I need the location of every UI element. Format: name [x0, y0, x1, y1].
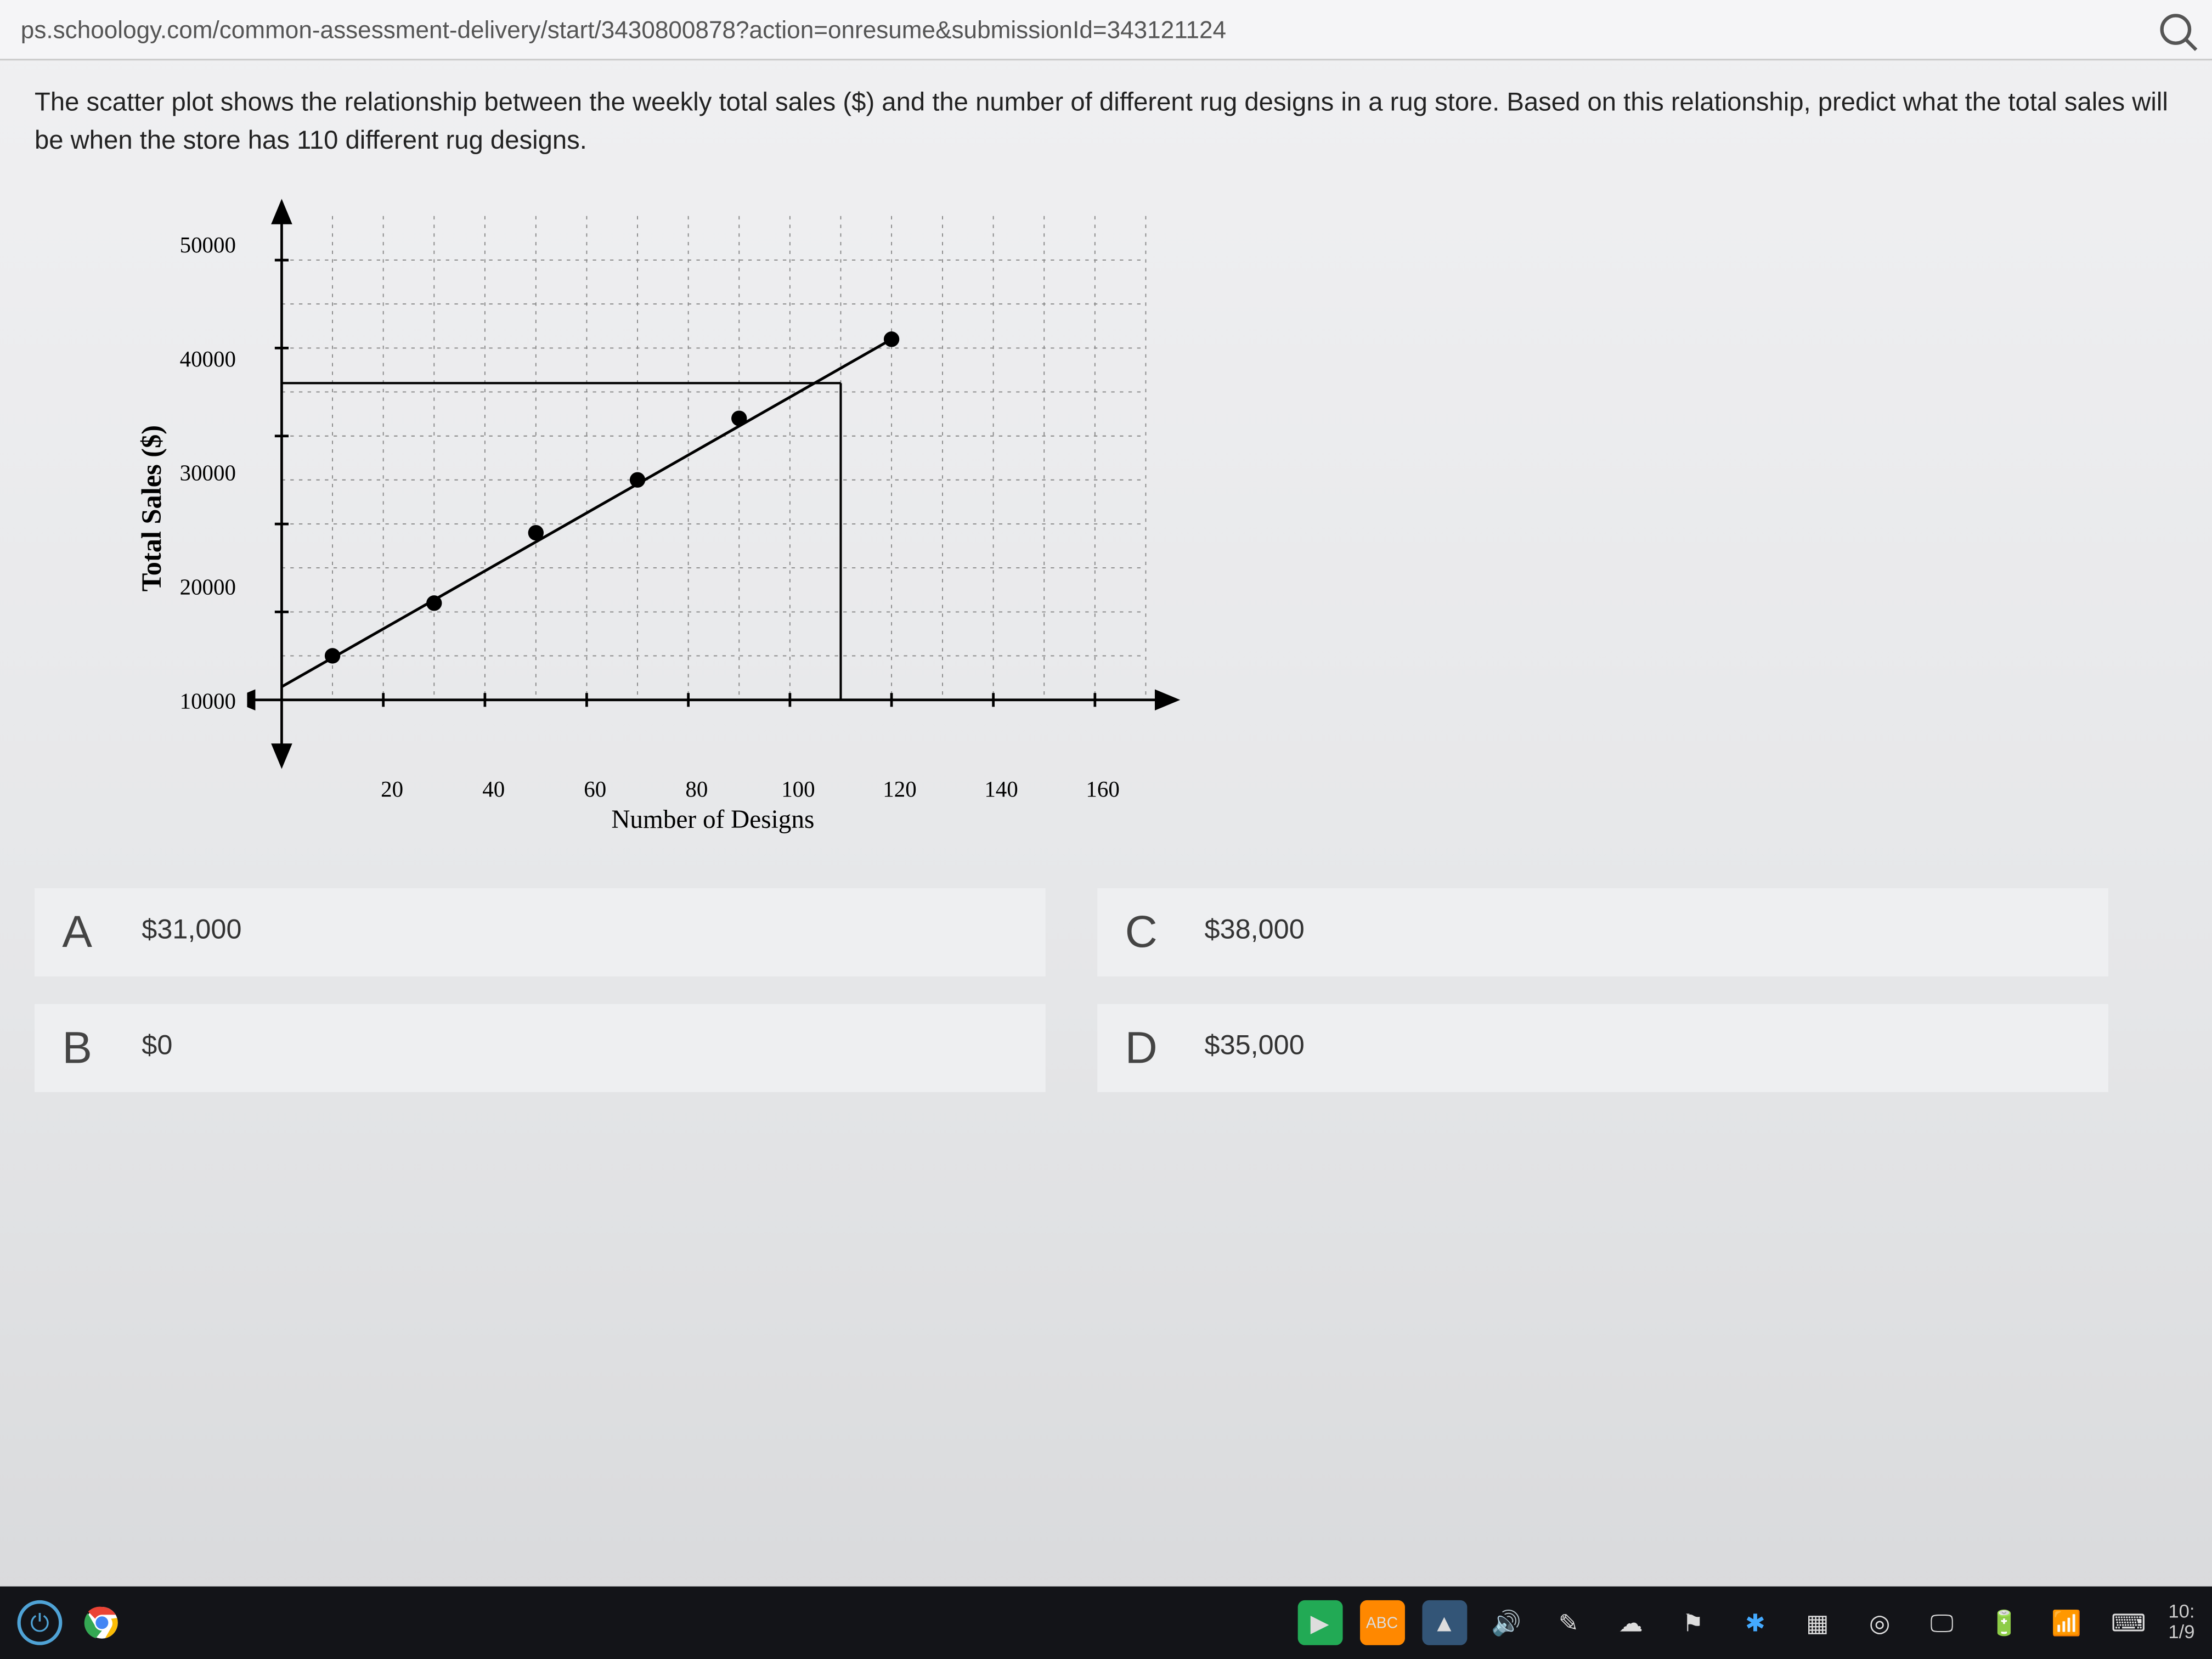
- question-text: The scatter plot shows the relationship …: [35, 84, 2177, 160]
- answer-letter: A: [62, 905, 142, 958]
- url-text: ps.schoology.com/common-assessment-deliv…: [21, 15, 1226, 43]
- x-axis-ticks: 20 40 60 80 100 120 140 160: [341, 775, 1154, 803]
- volume-icon[interactable]: 🔊: [1484, 1600, 1529, 1645]
- answer-text: $0: [142, 1032, 172, 1063]
- answer-letter: B: [62, 1020, 142, 1074]
- answer-option-c[interactable]: C $38,000: [1097, 888, 2108, 976]
- zoom-icon[interactable]: [2160, 14, 2192, 45]
- plot-area: [246, 180, 1180, 768]
- answer-option-b[interactable]: B $0: [35, 1003, 1046, 1092]
- start-button[interactable]: ⏻: [18, 1600, 63, 1645]
- tray-icon[interactable]: ◎: [1857, 1600, 1902, 1645]
- answer-text: $35,000: [1205, 1032, 1305, 1063]
- answer-letter: C: [1125, 905, 1205, 958]
- display-icon[interactable]: 🖵: [1920, 1600, 1965, 1645]
- browser-url-bar: ps.schoology.com/common-assessment-deliv…: [0, 0, 2212, 60]
- bluetooth-icon[interactable]: ✱: [1733, 1600, 1778, 1645]
- y-axis-label: Total Sales ($): [138, 425, 170, 591]
- tray-icon[interactable]: ▦: [1795, 1600, 1840, 1645]
- x-axis-label: Number of Designs: [611, 806, 814, 836]
- answer-text: $31,000: [142, 916, 241, 947]
- chrome-icon[interactable]: [80, 1600, 125, 1645]
- wifi-icon[interactable]: 📶: [2044, 1600, 2089, 1645]
- question-content: The scatter plot shows the relationship …: [0, 60, 2212, 1126]
- answer-option-a[interactable]: A $31,000: [35, 888, 1046, 976]
- tray-app-icon[interactable]: ▶: [1297, 1600, 1342, 1645]
- windows-taskbar: ⏻ ▶ ABC ▲ 🔊 ✎ ☁ ⚑ ✱ ▦ ◎ 🖵 🔋 📶 ⌨ 10: 1/9: [0, 1587, 2212, 1659]
- scatter-plot: Total Sales ($) 50000 40000 30000 20000 …: [138, 180, 2177, 836]
- battery-icon[interactable]: 🔋: [1982, 1600, 2027, 1645]
- keyboard-icon[interactable]: ⌨: [2106, 1600, 2151, 1645]
- tray-icon[interactable]: ⚑: [1671, 1600, 1716, 1645]
- onedrive-icon[interactable]: ☁: [1609, 1600, 1654, 1645]
- answer-option-d[interactable]: D $35,000: [1097, 1003, 2108, 1092]
- taskbar-clock[interactable]: 10: 1/9: [2168, 1602, 2194, 1644]
- answer-text: $38,000: [1205, 916, 1305, 947]
- tray-abc-icon[interactable]: ABC: [1359, 1600, 1404, 1645]
- tray-photo-icon[interactable]: ▲: [1422, 1600, 1467, 1645]
- pen-icon[interactable]: ✎: [1546, 1600, 1591, 1645]
- answer-options: A $31,000 C $38,000 B $0 D $35,000: [35, 888, 2108, 1092]
- y-axis-ticks: 50000 40000 30000 20000 10000: [180, 232, 246, 785]
- answer-letter: D: [1125, 1020, 1205, 1074]
